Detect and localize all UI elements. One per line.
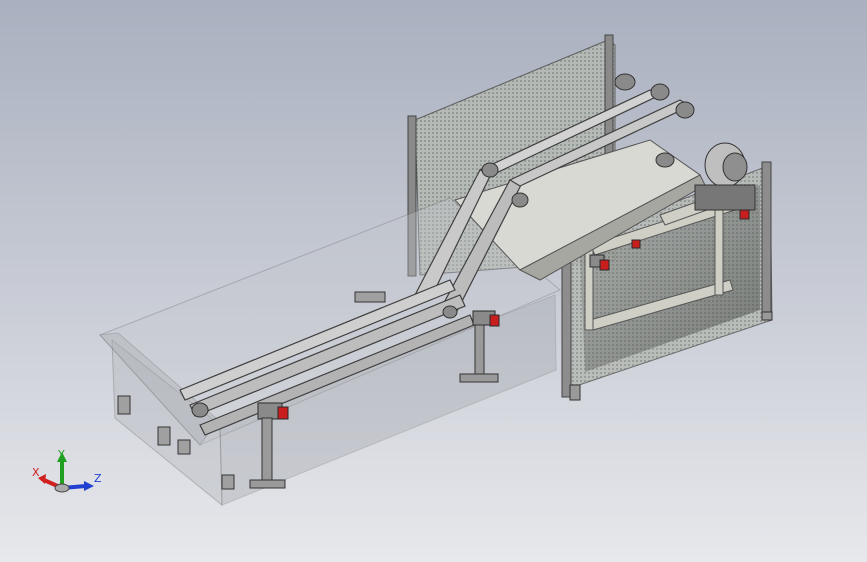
- cad-model[interactable]: [0, 0, 867, 562]
- x-axis-label: X: [32, 466, 40, 479]
- coordinate-triad[interactable]: X Y Z: [28, 448, 108, 508]
- z-axis-label: Z: [94, 472, 102, 485]
- triad-origin: [54, 483, 70, 493]
- z-axis-arrowhead: [84, 481, 94, 491]
- y-axis-label: Y: [57, 448, 65, 461]
- graphics-viewport[interactable]: X Y Z: [0, 0, 867, 562]
